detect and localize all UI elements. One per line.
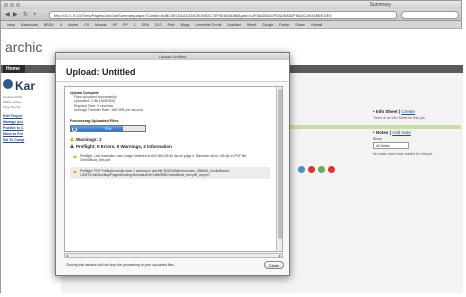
bookmark-item[interactable]: Pando: [279, 21, 289, 28]
bookmark-item[interactable]: it: [60, 21, 62, 28]
bookmark-item[interactable]: Pbio: [168, 21, 175, 28]
preflight-message: Preflight: Low resolution color image de…: [70, 152, 270, 164]
preflight-message-text: Preflight: PDF Preflight results have 1 …: [80, 169, 230, 178]
search-field[interactable]: [401, 11, 459, 19]
create-info-sheet-link[interactable]: Create: [401, 109, 415, 114]
window-title: Summary: [369, 2, 391, 8]
warning-icon: [70, 137, 74, 141]
browser-window: Summary ◀ ▶ ↻ + http://10.1.9.13/Tires/P…: [0, 0, 463, 293]
warning-icon: [73, 155, 77, 158]
zoom-window-button[interactable]: [16, 3, 20, 7]
bookmark-item[interactable]: PP: [123, 21, 128, 28]
forward-button[interactable]: ▶: [13, 12, 18, 18]
scrollbar-thumb[interactable]: [278, 89, 282, 239]
upload-detail: Average Transfer Rate: 189.0KB per secon…: [74, 107, 143, 112]
nav-home-tab[interactable]: Home: [3, 65, 25, 73]
vertical-scrollbar[interactable]: [276, 87, 282, 251]
bookmarks-bar: Intoa Dashboard BBOLI it Adobe CS Modula AP PP L D…: [1, 21, 461, 29]
minimize-window-button[interactable]: [10, 3, 14, 7]
project-sidebar: Kar Created 10/26 Status: Active Type: P…: [1, 73, 61, 293]
bookmark-item[interactable]: Google: [262, 21, 273, 28]
upload-log-panel: Upload Complete Files uploaded successfu…: [64, 86, 283, 252]
scroll-left-icon[interactable]: ◂: [66, 253, 68, 258]
reload-button[interactable]: ↻: [23, 12, 28, 18]
chevron-right-icon[interactable]: [70, 144, 74, 148]
bookmark-item[interactable]: Share: [295, 21, 304, 28]
set-complete-link[interactable]: Set To Comp: [3, 137, 24, 143]
warnings-label: Warnings: 2: [76, 137, 102, 142]
window-titlebar: Summary: [1, 1, 461, 9]
horizontal-scrollbar[interactable]: ◂ ▸: [64, 253, 283, 258]
processing-label: Processing Uploaded Files: [70, 119, 119, 123]
notes-filter-select[interactable]: All Notes: [373, 142, 409, 149]
bookmark-item[interactable]: Intoa: [7, 21, 15, 28]
preflight-summary: Preflight: 0 Errors, 0 Warnings, 2 Infor…: [76, 144, 172, 149]
bookmark-item[interactable]: Modula: [95, 21, 106, 28]
address-bar[interactable]: http://10.1.9.13/Tires/Pages/Job/JobSumm…: [49, 11, 397, 19]
project-icon: [3, 79, 13, 89]
processing-progress-bar: 70%: [70, 125, 146, 132]
progress-text: 70%: [104, 127, 112, 131]
bookmark-item[interactable]: Lmmedits Dvr.txt: [195, 21, 221, 28]
dialog-footer-note: Closing this window will not stop the pr…: [66, 263, 175, 267]
add-bookmark-button[interactable]: +: [33, 12, 37, 18]
warnings-heading: Warnings: 2: [70, 137, 102, 142]
bookmark-item[interactable]: Acanlast: [227, 21, 240, 28]
preflight-message-text: Preflight: Low resolution color image de…: [80, 154, 247, 163]
bookmark-item[interactable]: AP: [112, 21, 117, 28]
project-actions: Edit Project Manage Acc Publish to C Mov…: [3, 113, 24, 143]
bookmark-item[interactable]: L: [134, 21, 136, 28]
site-logo[interactable]: archic: [5, 39, 42, 55]
close-button[interactable]: Close: [264, 261, 284, 269]
bookmark-item[interactable]: CS: [84, 21, 89, 28]
status-icon[interactable]: [328, 166, 336, 173]
bookmark-item[interactable]: DRA: [142, 21, 149, 28]
status-icon[interactable]: [298, 166, 305, 173]
bookmark-item[interactable]: DL2: [155, 21, 161, 28]
notes-heading: • Notes | Add Note: [373, 130, 461, 135]
bookmark-item[interactable]: Adobe: [68, 21, 78, 28]
close-window-button[interactable]: [4, 3, 8, 7]
dialog-header: Upload: Untitled: [56, 60, 289, 82]
meta-type: Type: Pre Fle: [3, 105, 21, 109]
status-icons: [298, 166, 337, 174]
bookmark-item[interactable]: Blogs: [181, 21, 190, 28]
preflight-message: Preflight: PDF Preflight results have 1 …: [70, 167, 270, 180]
back-button[interactable]: ◀: [5, 12, 10, 18]
notes-label: • Notes |: [373, 130, 391, 135]
bookmark-item[interactable]: Wired: [247, 21, 256, 28]
info-sheet-label: • Info Sheet |: [373, 109, 401, 114]
preflight-heading: Preflight: 0 Errors, 0 Warnings, 2 Infor…: [70, 144, 172, 149]
upload-dialog: Upload Untitled Upload: Untitled Upload …: [55, 52, 290, 276]
info-sheet-heading: • Info Sheet | Create: [373, 109, 461, 114]
project-title: Kar: [15, 79, 36, 93]
project-meta: Created 10/26 Status: Active Type: Pre F…: [3, 95, 22, 110]
bookmark-item[interactable]: BBOLI: [44, 21, 54, 28]
right-column: • Info Sheet | Create There is no Info S…: [373, 109, 461, 166]
browser-toolbar: ◀ ▶ ↻ + http://10.1.9.13/Tires/Pages/Job…: [1, 9, 461, 21]
info-sheet-text: There is no Info Sheet for this job.: [373, 116, 426, 120]
show-label: Show: [373, 137, 382, 141]
dialog-titlebar: Upload Untitled: [56, 53, 289, 60]
status-icon[interactable]: [308, 166, 316, 173]
notes-text: No notes have been added for this job.: [373, 152, 434, 156]
add-note-link[interactable]: Add Note: [392, 130, 411, 135]
warning-icon: [73, 170, 77, 173]
dialog-title: Upload: Untitled: [66, 67, 136, 77]
scroll-right-icon[interactable]: ▸: [279, 253, 281, 258]
bookmark-item[interactable]: Vidmail: [311, 21, 322, 28]
upload-summary: Upload Complete Files uploaded successfu…: [70, 91, 143, 112]
status-icon[interactable]: [318, 166, 326, 173]
bookmark-item[interactable]: Dashboard: [21, 21, 38, 28]
